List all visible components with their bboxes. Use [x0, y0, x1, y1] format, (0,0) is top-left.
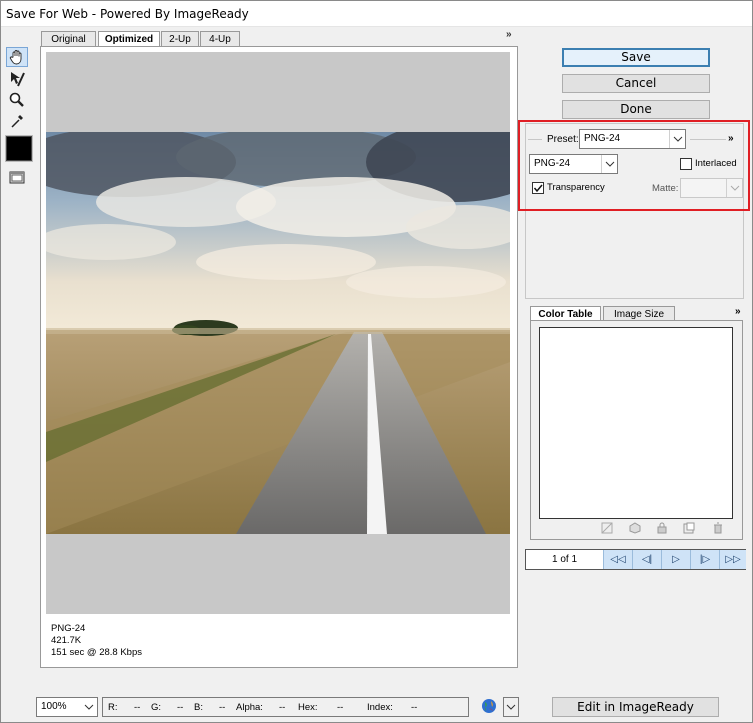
hand-icon [9, 50, 22, 65]
previous-frame-button[interactable]: ◁| [632, 550, 661, 569]
map-transparent-icon[interactable] [601, 522, 613, 534]
save-button[interactable]: Save [562, 48, 710, 67]
eyedropper-color-swatch[interactable] [5, 135, 33, 162]
preview-image [46, 132, 510, 534]
magnifier-icon [9, 92, 24, 107]
alpha-label: Alpha: [236, 702, 263, 713]
play-button[interactable]: ▷ [661, 550, 690, 569]
title-bar: Save For Web - Powered By ImageReady [1, 1, 752, 27]
zoom-value: 100% [41, 701, 67, 712]
cancel-button[interactable]: Cancel [562, 74, 710, 93]
b-label: B: [194, 702, 203, 713]
hex-value: -- [337, 702, 344, 713]
color-table-menu-icon[interactable]: » [735, 306, 741, 317]
tab-original[interactable]: Original [41, 31, 96, 46]
r-value: -- [134, 702, 141, 713]
tab-4-up[interactable]: 4-Up [200, 31, 240, 46]
index-label: Index: [367, 702, 393, 713]
info-size: 421.7K [51, 635, 82, 646]
g-value: -- [177, 702, 184, 713]
tab-optimized[interactable]: Optimized [98, 31, 160, 46]
zoom-tool[interactable] [6, 90, 28, 110]
tab-label: Image Size [613, 309, 665, 320]
info-download-time: 151 sec @ 28.8 Kbps [51, 647, 142, 658]
alpha-value: -- [279, 702, 286, 713]
g-label: G: [151, 702, 162, 713]
tab-label: Color Table [538, 309, 593, 320]
hand-tool[interactable] [6, 47, 28, 67]
tab-label: Original [51, 34, 86, 45]
optimized-info: PNG-24 421.7K 151 sec @ 28.8 Kbps [51, 623, 142, 659]
info-format: PNG-24 [51, 623, 86, 634]
slice-select-tool[interactable] [6, 69, 28, 89]
edit-in-imageready-button[interactable]: Edit in ImageReady [552, 697, 719, 717]
play-icon: ▷ [672, 554, 680, 565]
tab-color-table[interactable]: Color Table [530, 306, 601, 321]
tab-label: 2-Up [169, 34, 191, 45]
last-frame-button[interactable]: ▷▷ [719, 550, 746, 569]
next-frame-icon: |▷ [699, 554, 711, 565]
slice-select-icon [11, 72, 25, 87]
tab-label: 4-Up [209, 34, 231, 45]
color-table-grid[interactable] [539, 327, 733, 519]
r-label: R: [108, 702, 118, 713]
color-readout: R: -- G: -- B: -- Alpha: -- Hex: -- Inde… [102, 697, 469, 717]
tab-2-up[interactable]: 2-Up [161, 31, 199, 46]
frame-counter: 1 of 1 [551, 554, 578, 565]
next-frame-button[interactable]: |▷ [690, 550, 719, 569]
toggle-slices-visibility-button[interactable] [6, 167, 28, 187]
slices-visibility-icon [9, 171, 25, 184]
new-color-icon[interactable] [683, 522, 695, 534]
first-frame-button[interactable]: ◁◁ [603, 550, 632, 569]
animation-controls: 1 of 1 ◁◁ ◁| ▷ |▷ ▷▷ [525, 549, 746, 570]
preview-canvas[interactable] [46, 52, 510, 614]
index-value: -- [411, 702, 418, 713]
previous-frame-icon: ◁| [641, 554, 653, 565]
hex-label: Hex: [298, 702, 318, 713]
eyedropper-tool[interactable] [6, 111, 28, 131]
save-for-web-dialog: Save For Web - Powered By ImageReady Ori… [0, 0, 753, 723]
chevron-down-icon [81, 698, 97, 716]
browser-preview-icon[interactable] [481, 698, 497, 714]
lock-icon[interactable] [656, 522, 668, 534]
zoom-select[interactable]: 100% [36, 697, 98, 717]
trash-icon[interactable] [712, 522, 724, 534]
done-button[interactable]: Done [562, 100, 710, 119]
first-frame-icon: ◁◁ [610, 554, 626, 565]
eyedropper-icon [11, 115, 23, 128]
b-value: -- [219, 702, 226, 713]
tab-label: Optimized [104, 34, 154, 45]
web-shift-icon[interactable] [629, 522, 641, 534]
preview-pane: PNG-24 421.7K 151 sec @ 28.8 Kbps [40, 46, 518, 668]
expand-arrows-icon[interactable]: » [506, 29, 512, 40]
last-frame-icon: ▷▷ [725, 554, 741, 565]
browser-menu-dropdown[interactable] [503, 697, 519, 717]
highlight-annotation [518, 120, 750, 211]
color-table-panel [530, 320, 743, 540]
chevron-down-icon [506, 704, 516, 710]
window-title: Save For Web - Powered By ImageReady [6, 7, 249, 21]
tab-image-size[interactable]: Image Size [603, 306, 675, 321]
